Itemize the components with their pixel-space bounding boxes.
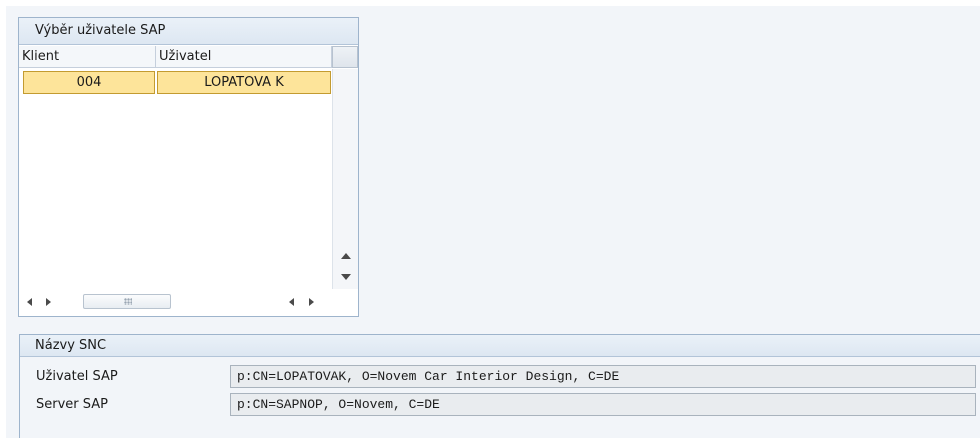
table-header: Klient Uživatel	[19, 46, 332, 68]
scroll-left-arrow-icon[interactable]	[289, 298, 294, 306]
scroll-right-arrow-icon[interactable]	[309, 298, 314, 306]
table-settings-corner[interactable]	[332, 46, 358, 68]
sap-screen: Výběr uživatele SAP Klient Uživatel 004 …	[0, 0, 980, 438]
sap-server-label: Server SAP	[36, 397, 108, 412]
sap-user-label: Uživatel SAP	[36, 369, 118, 384]
scroll-right-arrow-icon[interactable]	[46, 298, 51, 306]
table-body: 004 LOPATOVA K	[19, 69, 332, 289]
user-selection-title: Výběr uživatele SAP	[35, 23, 166, 38]
snc-names-panel: Názvy SNC Uživatel SAP p:CN=LOPATOVAK, O…	[19, 334, 980, 438]
horizontal-scrollbar[interactable]	[19, 290, 358, 316]
sap-user-row: Uživatel SAP p:CN=LOPATOVAK, O=Novem Car…	[20, 365, 980, 390]
table-row[interactable]: 004 LOPATOVA K	[19, 71, 332, 94]
sap-server-row: Server SAP p:CN=SAPNOP, O=Novem, C=DE	[20, 393, 980, 418]
snc-names-title-bar: Názvy SNC	[20, 334, 980, 357]
column-header-uzivatel[interactable]: Uživatel	[156, 46, 332, 68]
sap-server-field[interactable]: p:CN=SAPNOP, O=Novem, C=DE	[230, 393, 976, 416]
scroll-grip-icon	[124, 298, 132, 305]
vertical-scrollbar[interactable]	[332, 69, 358, 289]
user-selection-title-bar: Výběr uživatele SAP	[19, 18, 358, 45]
scroll-down-arrow-icon[interactable]	[341, 274, 351, 280]
scroll-left-arrow-icon[interactable]	[27, 298, 32, 306]
cell-uzivatel[interactable]: LOPATOVA K	[157, 71, 331, 94]
column-header-klient[interactable]: Klient	[19, 46, 156, 68]
scroll-up-arrow-icon[interactable]	[341, 253, 351, 259]
sap-user-field[interactable]: p:CN=LOPATOVAK, O=Novem Car Interior Des…	[230, 365, 976, 388]
snc-names-title: Názvy SNC	[35, 338, 107, 353]
user-selection-panel: Výběr uživatele SAP Klient Uživatel 004 …	[18, 17, 359, 317]
cell-klient[interactable]: 004	[23, 71, 155, 94]
scroll-thumb[interactable]	[83, 294, 171, 309]
